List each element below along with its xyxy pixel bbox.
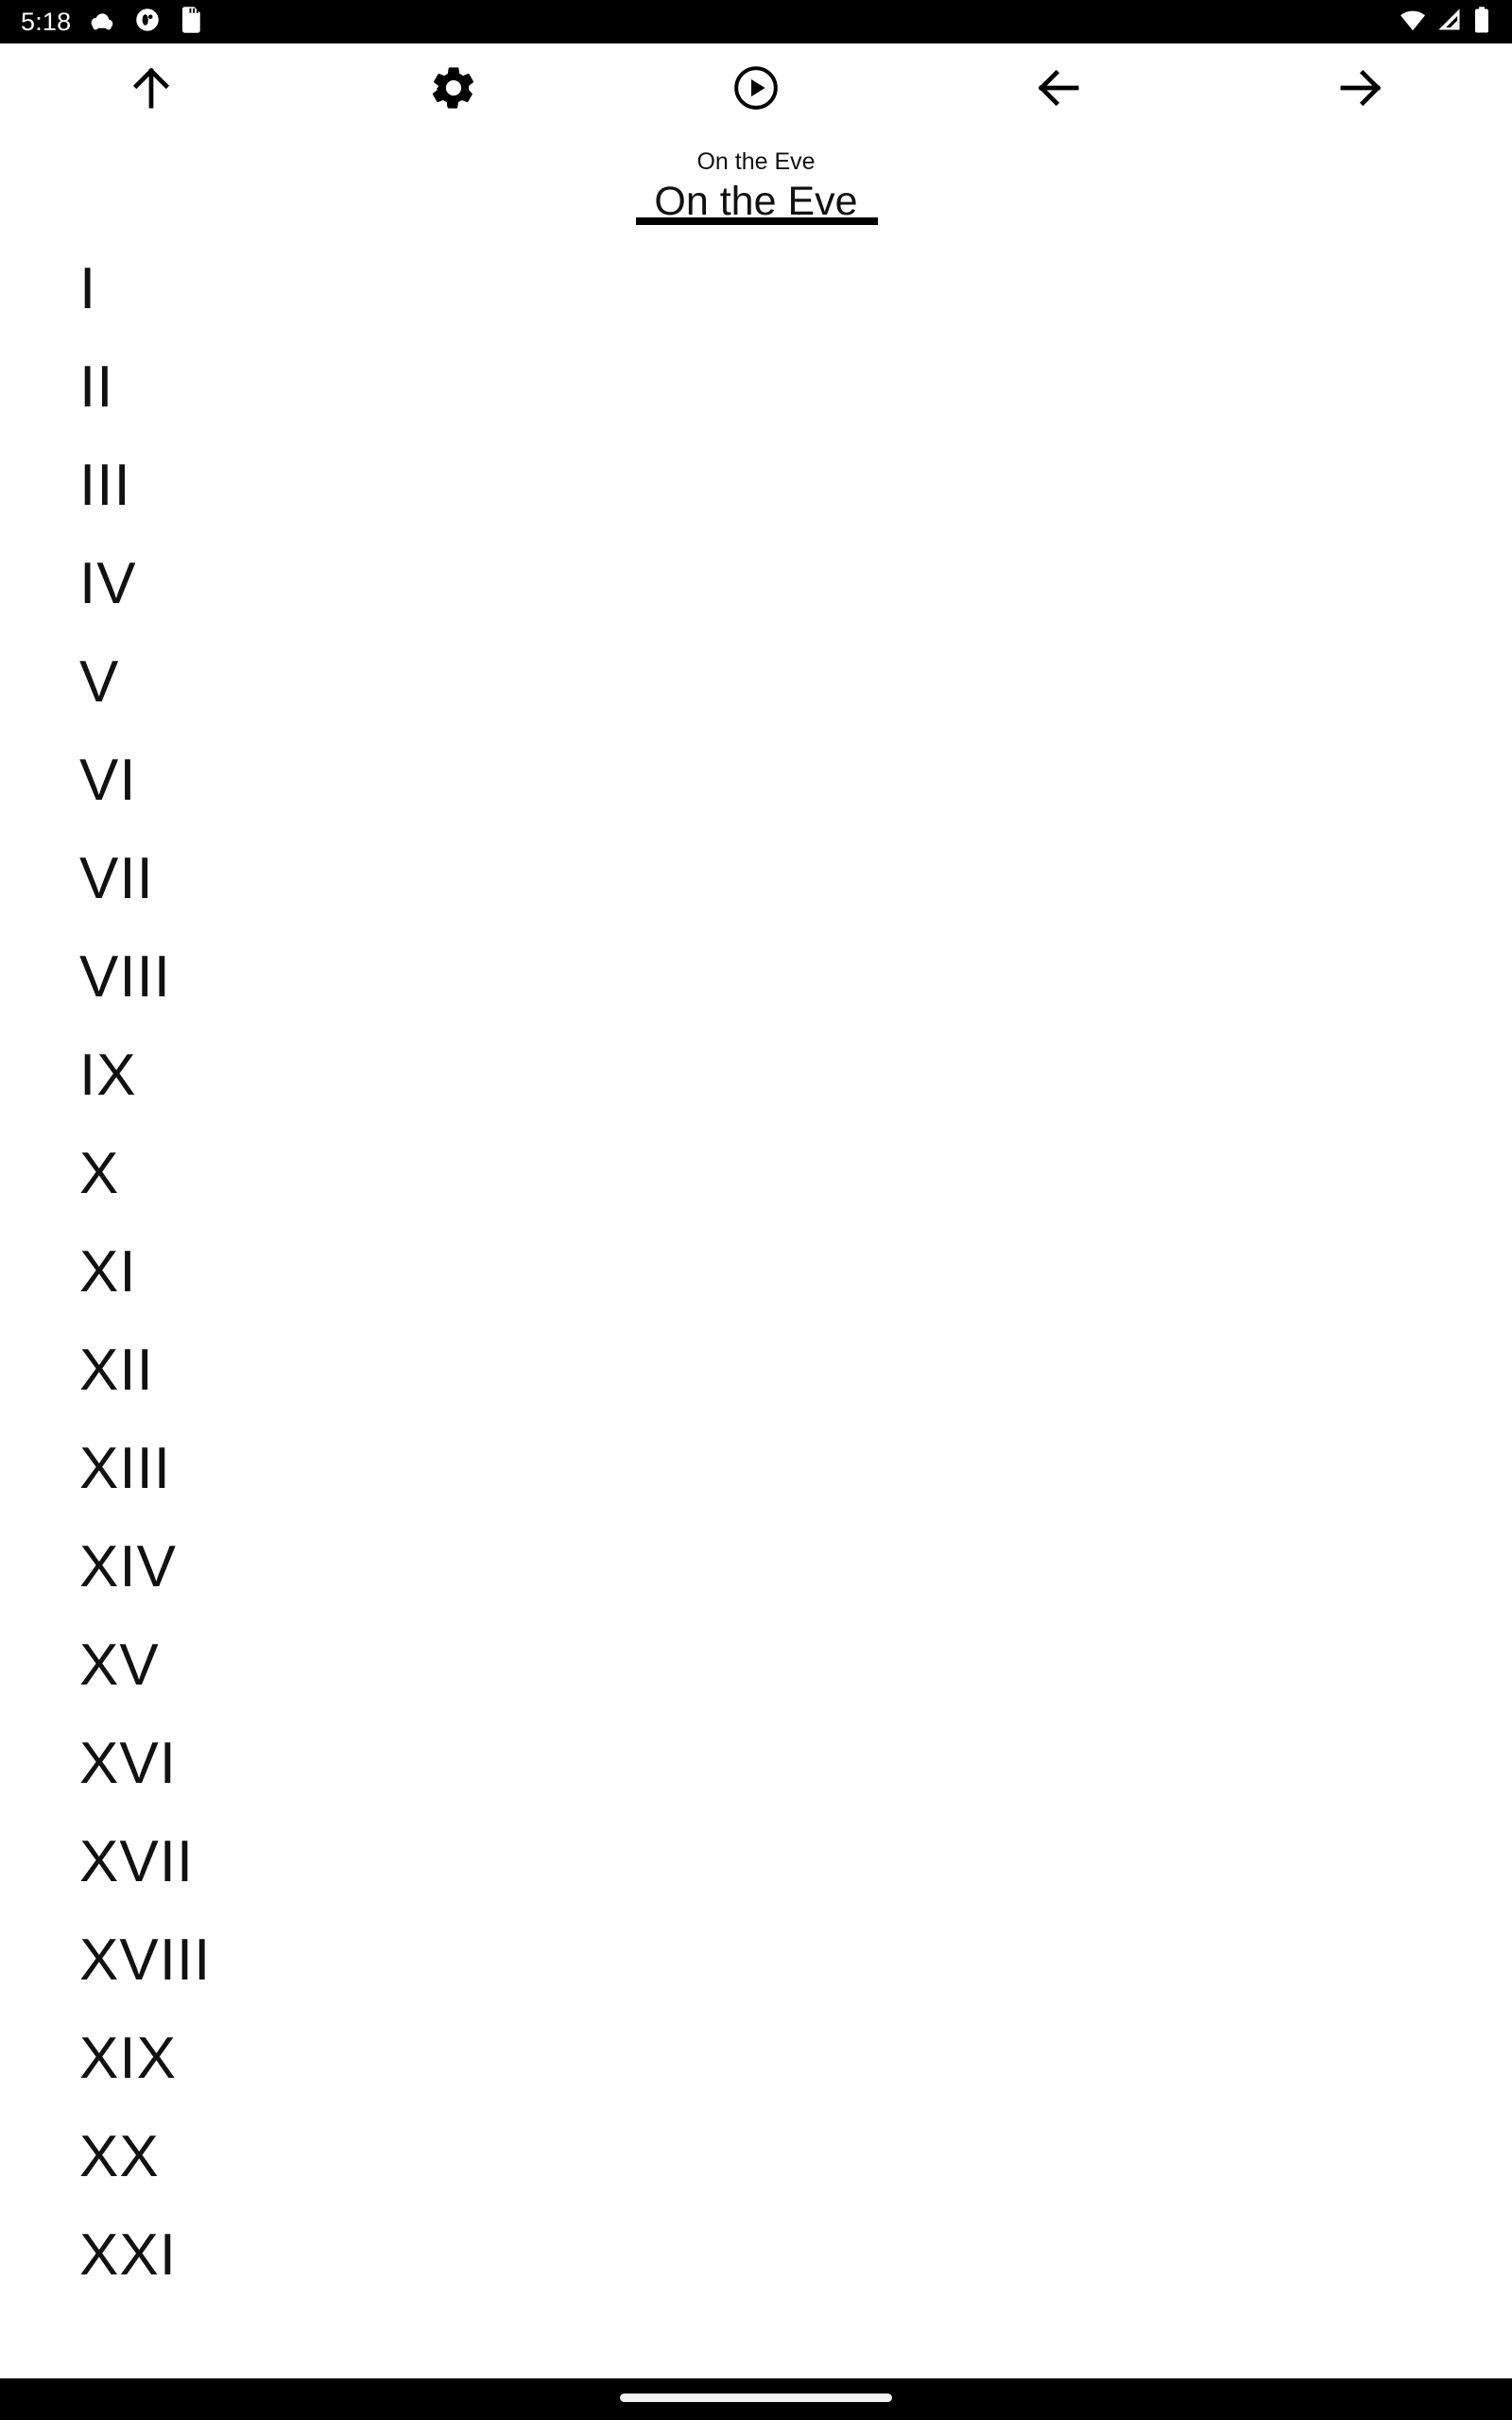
back-button[interactable] xyxy=(998,43,1119,136)
system-navigation-bar xyxy=(0,2378,1512,2420)
arrow-right-icon xyxy=(1335,62,1386,118)
status-bar: 5:18 xyxy=(0,0,1512,43)
forward-button[interactable] xyxy=(1300,43,1421,136)
app-toolbar xyxy=(0,43,1512,136)
chapter-list-item[interactable]: XV xyxy=(79,1632,160,1700)
chapter-list-item[interactable]: IV xyxy=(79,550,137,618)
settings-button[interactable] xyxy=(393,43,514,136)
cellular-signal-icon xyxy=(1436,6,1463,39)
chapter-list-item[interactable]: X xyxy=(79,1140,119,1208)
chapter-list-item[interactable]: VI xyxy=(79,747,137,815)
arrow-left-icon xyxy=(1033,62,1084,118)
chapter-list-item[interactable]: II xyxy=(79,354,113,422)
chapter-list-item[interactable]: XI xyxy=(79,1238,137,1306)
play-button[interactable] xyxy=(696,43,816,136)
chapter-list-item[interactable]: XIX xyxy=(79,2025,177,2093)
chapter-list-item[interactable]: XX xyxy=(79,2123,160,2191)
up-arrow-icon xyxy=(126,62,177,118)
status-bar-clock: 5:18 xyxy=(21,7,72,36)
chapter-list: I II III IV V VI VII VIII IX X XI XII XIII XIV XV XVI XV… xyxy=(0,242,1512,2378)
chapter-list-item[interactable]: VII xyxy=(79,845,154,913)
chapter-list-item[interactable]: IX xyxy=(79,1042,137,1110)
chapter-list-item[interactable]: V xyxy=(79,648,119,717)
up-button[interactable] xyxy=(91,43,212,136)
chapter-list-item[interactable]: XVII xyxy=(79,1828,194,1896)
play-circle-icon xyxy=(732,64,780,116)
chapter-list-item[interactable]: XXI xyxy=(79,2221,177,2290)
chapter-list-item[interactable]: I xyxy=(79,255,96,323)
chapter-list-item[interactable]: XII xyxy=(79,1337,154,1405)
chapter-list-item[interactable]: VIII xyxy=(79,943,171,1011)
title-underline-bar xyxy=(636,217,878,225)
gear-icon xyxy=(428,62,479,118)
wifi-icon xyxy=(1399,6,1427,39)
chapter-list-item[interactable]: XVI xyxy=(79,1730,177,1798)
chapter-list-item[interactable]: III xyxy=(79,452,131,520)
status-bar-right-group xyxy=(1399,6,1491,39)
chapter-list-item[interactable]: XVIII xyxy=(79,1927,211,1995)
chapter-list-item[interactable]: XIII xyxy=(79,1435,171,1503)
gesture-pill[interactable] xyxy=(620,2394,892,2402)
battery-icon xyxy=(1472,6,1491,39)
status-bar-left-group: 5:18 xyxy=(21,6,205,39)
chapter-list-item[interactable]: XIV xyxy=(79,1533,177,1601)
circle-contrast-icon xyxy=(133,6,162,39)
cloud-icon xyxy=(88,6,116,39)
book-title-block: On the Eve On the Eve xyxy=(0,142,1512,227)
book-subtitle: On the Eve xyxy=(696,148,816,175)
sd-card-icon xyxy=(179,6,205,39)
